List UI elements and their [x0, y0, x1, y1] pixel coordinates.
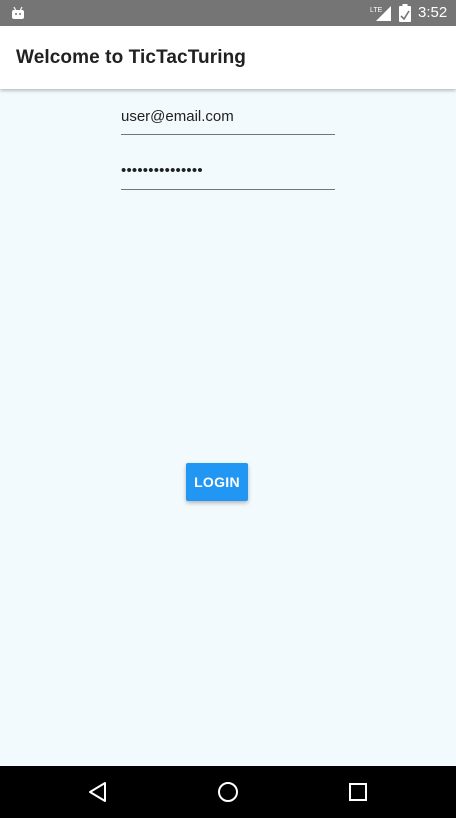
status-time: 3:52 — [418, 4, 448, 21]
battery-icon — [399, 4, 411, 22]
recents-square-icon[interactable] — [346, 780, 370, 804]
cell-signal-icon: LTE — [370, 6, 391, 21]
email-input[interactable] — [121, 105, 335, 129]
navigation-bar — [0, 766, 456, 818]
password-input[interactable] — [121, 159, 335, 183]
back-triangle-icon[interactable] — [86, 780, 110, 804]
home-circle-icon[interactable] — [216, 780, 240, 804]
status-bar: LTE 3:52 — [0, 0, 456, 26]
page-title: Welcome to TicTacTuring — [16, 47, 246, 68]
password-field — [121, 159, 335, 190]
network-type-label: LTE — [370, 7, 383, 14]
email-field — [121, 105, 335, 135]
app-bar: Welcome to TicTacTuring — [0, 26, 456, 89]
android-debug-icon — [12, 6, 24, 19]
login-button[interactable]: LOGIN — [186, 463, 248, 501]
login-screen: LOGIN — [0, 89, 456, 766]
